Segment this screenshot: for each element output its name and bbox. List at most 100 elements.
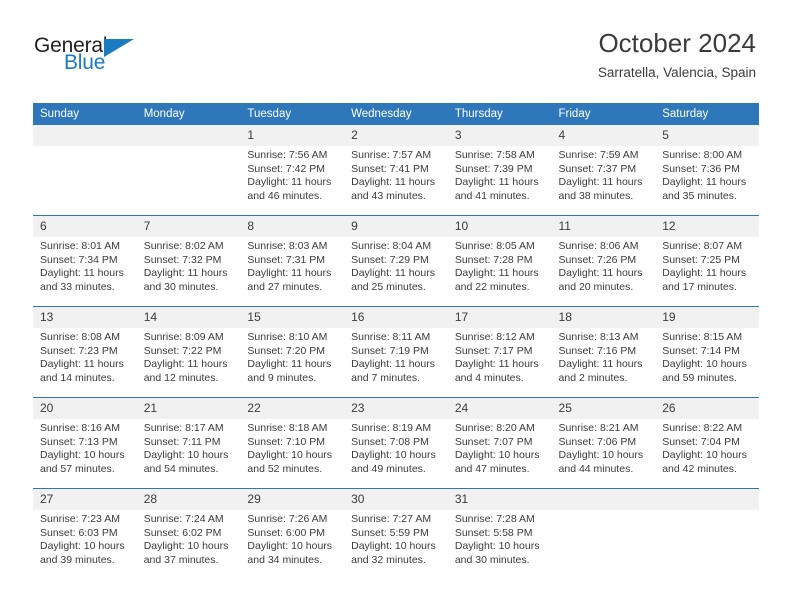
daylight-text-line2: and 33 minutes. <box>40 280 115 293</box>
calendar-week-row: 13 Sunrise: 8:08 AM Sunset: 7:23 PM Dayligh… <box>33 306 759 398</box>
daylight-text-line2: and 20 minutes. <box>558 280 634 293</box>
calendar-day-cell[interactable]: 20 Sunrise: 8:16 AM Sunset: 7:13 PM Dayligh… <box>33 397 137 489</box>
sunset-text: Sunset: 7:13 PM <box>40 435 118 448</box>
calendar-body: 1 Sunrise: 7:56 AM Sunset: 7:42 PM Daylight… <box>33 125 759 579</box>
calendar-day-cell[interactable]: 23 Sunrise: 8:19 AM Sunset: 7:08 PM Dayligh… <box>344 397 448 489</box>
calendar-day-cell[interactable]: 26 Sunrise: 8:22 AM Sunset: 7:04 PM Dayligh… <box>655 397 759 489</box>
calendar-day-cell[interactable]: 19 Sunrise: 8:15 AM Sunset: 7:14 PM Dayligh… <box>655 306 759 398</box>
daylight-text-line1: Daylight: 10 hours <box>247 540 333 552</box>
calendar-day-cell[interactable]: 18 Sunrise: 8:13 AM Sunset: 7:16 PM Dayligh… <box>551 306 656 398</box>
daylight-text-line2: and 49 minutes. <box>351 462 426 475</box>
daylight-text-line1: Daylight: 11 hours <box>143 358 228 370</box>
calendar-week-row: 1 Sunrise: 7:56 AM Sunset: 7:42 PM Daylight… <box>33 125 759 216</box>
day-cell-inner <box>136 125 241 215</box>
day-details: Sunrise: 8:02 AM Sunset: 7:32 PM Daylight:… <box>137 237 241 294</box>
daylight-text-line1: Daylight: 11 hours <box>247 176 332 188</box>
calendar-day-cell[interactable]: 15 Sunrise: 8:10 AM Sunset: 7:20 PM Dayligh… <box>240 306 345 398</box>
daylight-text-line2: and 7 minutes. <box>351 371 420 384</box>
calendar-day-cell[interactable]: 31 Sunrise: 7:28 AM Sunset: 5:58 PM Dayligh… <box>447 488 552 579</box>
daylight-text-line1: Daylight: 11 hours <box>351 176 435 188</box>
calendar-day-cell[interactable]: 8 Sunrise: 8:03 AM Sunset: 7:31 PM Daylight… <box>240 215 345 307</box>
calendar-day-cell[interactable]: 16 Sunrise: 8:11 AM Sunset: 7:19 PM Dayligh… <box>344 306 448 398</box>
calendar-day-cell[interactable]: 13 Sunrise: 8:08 AM Sunset: 7:23 PM Dayligh… <box>33 306 137 398</box>
calendar-day-cell[interactable]: 17 Sunrise: 8:12 AM Sunset: 7:17 PM Dayligh… <box>447 306 552 398</box>
calendar-day-cell[interactable]: 25 Sunrise: 8:21 AM Sunset: 7:06 PM Dayligh… <box>551 397 656 489</box>
daylight-text-line2: and 41 minutes. <box>454 189 530 202</box>
calendar-day-cell[interactable]: 1 Sunrise: 7:56 AM Sunset: 7:42 PM Daylight… <box>240 125 345 216</box>
sunset-text: Sunset: 6:03 PM <box>40 526 118 539</box>
day-cell-inner: 8 Sunrise: 8:03 AM Sunset: 7:31 PM Daylight… <box>240 216 345 306</box>
calendar-day-cell[interactable]: 29 Sunrise: 7:26 AM Sunset: 6:00 PM Dayligh… <box>240 488 345 579</box>
calendar-day-cell[interactable]: 28 Sunrise: 7:24 AM Sunset: 6:02 PM Dayligh… <box>136 488 241 579</box>
day-details: Sunrise: 8:08 AM Sunset: 7:23 PM Daylight:… <box>33 328 137 385</box>
daylight-text-line2: and 32 minutes. <box>351 553 426 566</box>
sunset-text: Sunset: 7:04 PM <box>662 435 740 448</box>
day-details: Sunrise: 8:12 AM Sunset: 7:17 PM Daylight:… <box>448 328 552 385</box>
calendar-day-cell[interactable]: 22 Sunrise: 8:18 AM Sunset: 7:10 PM Dayligh… <box>240 397 345 489</box>
day-cell-inner: 22 Sunrise: 8:18 AM Sunset: 7:10 PM Dayligh… <box>240 398 345 488</box>
calendar-day-cell[interactable]: 27 Sunrise: 7:23 AM Sunset: 6:03 PM Dayligh… <box>33 488 137 579</box>
sunrise-text: Sunrise: 8:22 AM <box>662 422 743 434</box>
daylight-text-line1: Daylight: 11 hours <box>40 267 124 279</box>
sunset-text: Sunset: 7:07 PM <box>454 435 533 448</box>
day-number: 30 <box>344 489 448 510</box>
calendar-day-cell[interactable]: 7 Sunrise: 8:02 AM Sunset: 7:32 PM Daylight… <box>136 215 241 307</box>
daylight-text-line1: Daylight: 11 hours <box>454 358 539 370</box>
day-details: Sunrise: 8:11 AM Sunset: 7:19 PM Daylight:… <box>344 328 448 385</box>
calendar-day-cell[interactable]: 14 Sunrise: 8:09 AM Sunset: 7:22 PM Dayligh… <box>136 306 241 398</box>
day-number: 18 <box>551 307 656 328</box>
sunrise-text: Sunrise: 8:15 AM <box>662 331 743 343</box>
sunrise-text: Sunrise: 8:18 AM <box>247 422 328 434</box>
day-cell-inner: 6 Sunrise: 8:01 AM Sunset: 7:34 PM Daylight… <box>33 216 137 306</box>
calendar-day-cell[interactable]: 2 Sunrise: 7:57 AM Sunset: 7:41 PM Daylight… <box>344 125 448 216</box>
day-number <box>136 125 241 146</box>
daylight-text-line2: and 12 minutes. <box>143 371 219 384</box>
day-number <box>655 489 759 510</box>
day-number: 14 <box>136 307 241 328</box>
day-cell-inner: 19 Sunrise: 8:15 AM Sunset: 7:14 PM Dayligh… <box>655 307 759 397</box>
day-cell-inner: 31 Sunrise: 7:28 AM Sunset: 5:58 PM Dayligh… <box>447 489 552 579</box>
daylight-text-line1: Daylight: 11 hours <box>454 267 539 279</box>
calendar-day-cell[interactable]: 21 Sunrise: 8:17 AM Sunset: 7:11 PM Dayligh… <box>136 397 241 489</box>
sunrise-text: Sunrise: 8:02 AM <box>143 240 224 252</box>
sunrise-text: Sunrise: 8:06 AM <box>558 240 639 252</box>
calendar-day-cell[interactable]: 5 Sunrise: 8:00 AM Sunset: 7:36 PM Daylight… <box>655 125 759 216</box>
day-cell-inner: 7 Sunrise: 8:02 AM Sunset: 7:32 PM Daylight… <box>136 216 241 306</box>
calendar-day-cell[interactable]: 3 Sunrise: 7:58 AM Sunset: 7:39 PM Daylight… <box>447 125 552 216</box>
day-number: 26 <box>655 398 759 419</box>
calendar-day-cell-empty <box>33 125 137 216</box>
calendar-day-cell[interactable]: 4 Sunrise: 7:59 AM Sunset: 7:37 PM Daylight… <box>551 125 656 216</box>
calendar-day-cell[interactable]: 6 Sunrise: 8:01 AM Sunset: 7:34 PM Daylight… <box>33 215 137 307</box>
daylight-text-line2: and 9 minutes. <box>247 371 317 384</box>
daylight-text-line2: and 25 minutes. <box>351 280 426 293</box>
sunrise-text: Sunrise: 8:20 AM <box>454 422 535 434</box>
sunset-text: Sunset: 7:42 PM <box>247 162 326 175</box>
day-cell-inner: 11 Sunrise: 8:06 AM Sunset: 7:26 PM Dayligh… <box>551 216 656 306</box>
sunset-text: Sunset: 7:36 PM <box>662 162 740 175</box>
daylight-text-line2: and 30 minutes. <box>454 553 530 566</box>
day-details: Sunrise: 8:20 AM Sunset: 7:07 PM Daylight:… <box>448 419 552 476</box>
calendar-day-cell[interactable]: 11 Sunrise: 8:06 AM Sunset: 7:26 PM Dayligh… <box>551 215 656 307</box>
calendar-day-cell[interactable]: 10 Sunrise: 8:05 AM Sunset: 7:28 PM Dayligh… <box>447 215 552 307</box>
day-details: Sunrise: 8:01 AM Sunset: 7:34 PM Daylight:… <box>33 237 137 294</box>
daylight-text-line2: and 52 minutes. <box>247 462 323 475</box>
day-number: 17 <box>447 307 552 328</box>
day-number: 21 <box>136 398 241 419</box>
sunrise-text: Sunrise: 7:56 AM <box>247 149 328 161</box>
day-details: Sunrise: 8:07 AM Sunset: 7:25 PM Daylight:… <box>655 237 759 294</box>
daylight-text-line2: and 59 minutes. <box>662 371 737 384</box>
calendar-day-cell[interactable]: 9 Sunrise: 8:04 AM Sunset: 7:29 PM Daylight… <box>344 215 448 307</box>
calendar-day-cell[interactable]: 24 Sunrise: 8:20 AM Sunset: 7:07 PM Dayligh… <box>447 397 552 489</box>
calendar-day-cell[interactable]: 30 Sunrise: 7:27 AM Sunset: 5:59 PM Dayligh… <box>344 488 448 579</box>
sunrise-text: Sunrise: 8:00 AM <box>662 149 743 161</box>
day-details <box>552 510 656 513</box>
daylight-text-line2: and 35 minutes. <box>662 189 737 202</box>
day-details: Sunrise: 7:24 AM Sunset: 6:02 PM Daylight:… <box>137 510 241 567</box>
sunset-text: Sunset: 7:28 PM <box>454 253 533 266</box>
day-number: 27 <box>33 489 137 510</box>
weekday-header-tuesday: Tuesday <box>240 103 345 125</box>
day-number: 16 <box>344 307 448 328</box>
calendar-day-cell[interactable]: 12 Sunrise: 8:07 AM Sunset: 7:25 PM Dayligh… <box>655 215 759 307</box>
sunset-text: Sunset: 7:20 PM <box>247 344 326 357</box>
general-blue-logo[interactable]: General Blue <box>34 34 154 78</box>
